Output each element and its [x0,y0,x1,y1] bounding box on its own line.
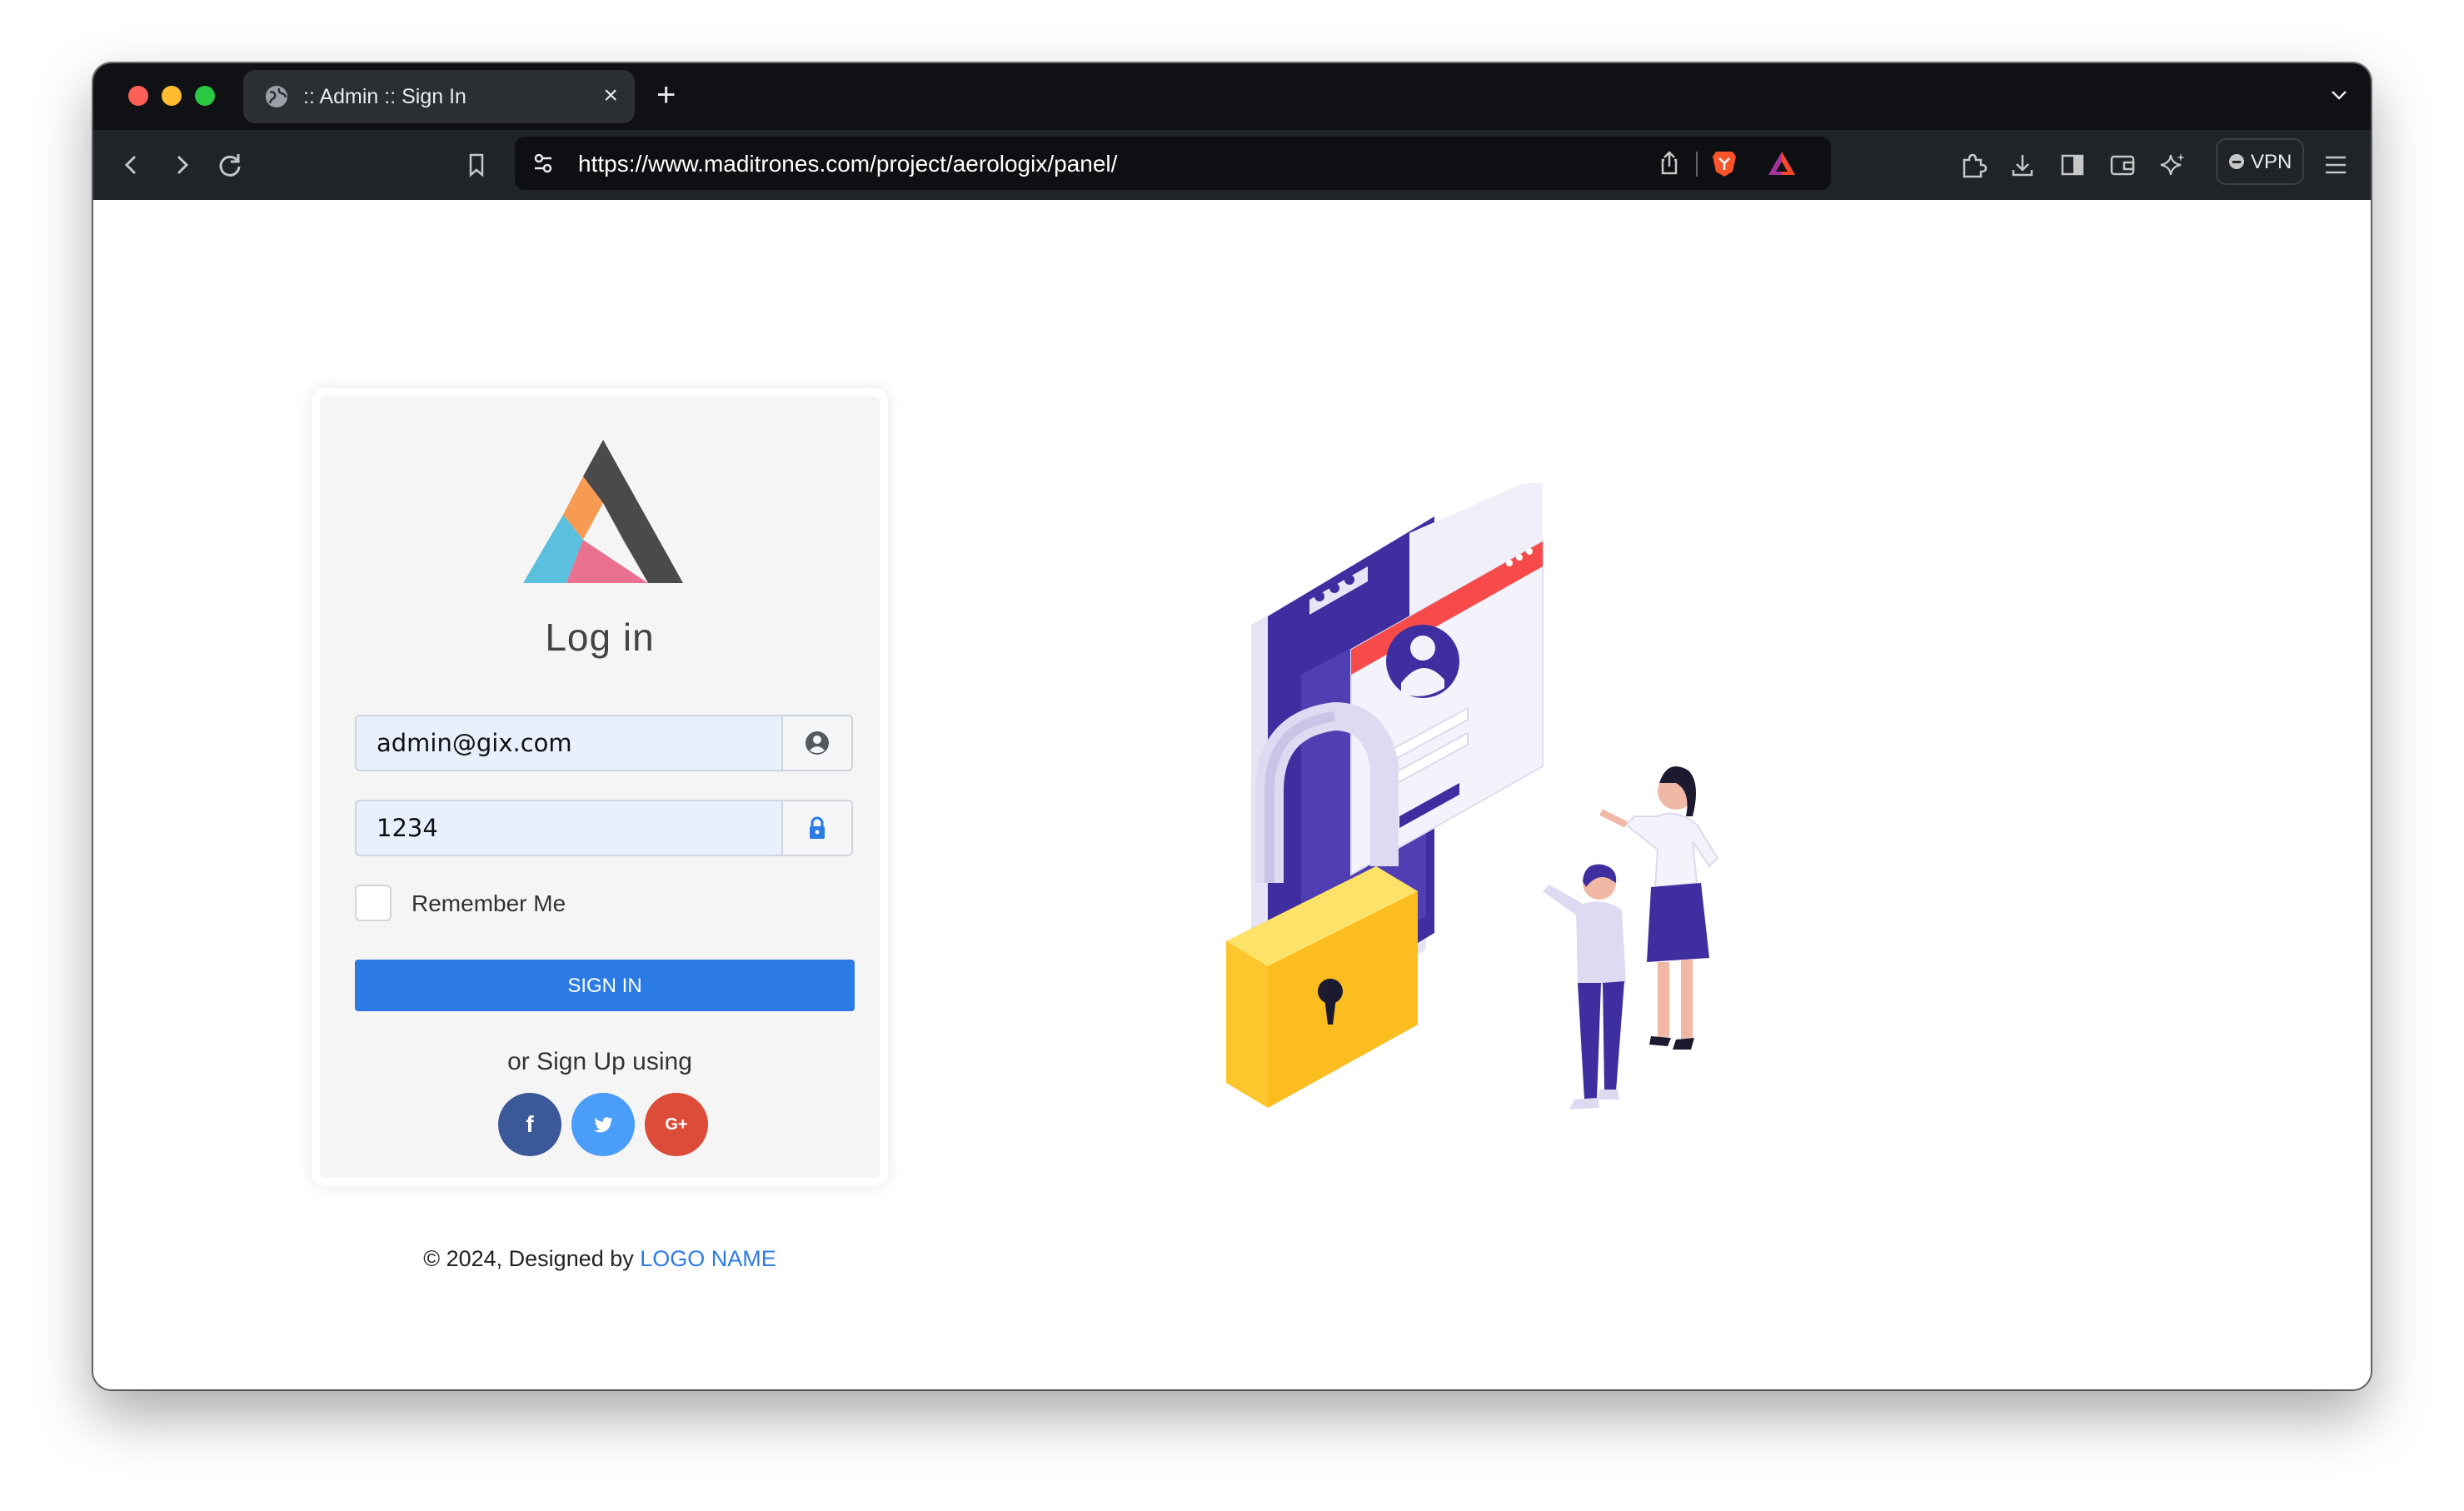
leo-ai-icon[interactable] [2156,148,2189,182]
zoom-window-button[interactable] [195,86,215,106]
man-figure [1543,864,1626,1110]
url-divider [1696,152,1698,177]
close-window-button[interactable] [128,86,148,106]
password-input-group [355,800,853,856]
site-settings-icon[interactable] [528,148,558,178]
menu-icon[interactable] [2319,148,2352,182]
signup-text: or Sign Up using [507,1048,692,1075]
reload-icon[interactable] [213,148,247,182]
login-title: Log in [545,616,655,659]
downloads-icon[interactable] [2006,148,2039,182]
url-text: https://www.maditrones.com/project/aerol… [578,151,1118,177]
email-addon [781,716,851,770]
tab-strip: :: Admin :: Sign In × + [93,63,2371,130]
email-input-group [355,715,853,771]
share-icon[interactable] [1654,148,1684,178]
address-bar[interactable]: https://www.maditrones.com/project/aerol… [515,137,1831,190]
footer: © 2024, Designed by LOGO NAME [93,1246,1106,1272]
twitter-signup-button[interactable] [571,1093,635,1156]
login-card: Log in admin@gix.com 1234 Remember Me SI… [312,388,888,1186]
footer-logo-link[interactable]: LOGO NAME [640,1246,776,1271]
security-illustration [1226,483,1719,1110]
google-plus-signup-button[interactable]: G+ [645,1093,708,1156]
tab-title: :: Admin :: Sign In [303,85,466,108]
remember-me-checkbox[interactable] [355,885,392,921]
twitter-icon [594,1117,613,1133]
minimize-window-button[interactable] [162,86,182,106]
chevron-down-icon[interactable] [2326,82,2352,108]
password-field[interactable] [357,801,786,855]
new-tab-button[interactable]: + [656,77,676,113]
browser-toolbar: https://www.maditrones.com/project/aerol… [93,130,2371,200]
footer-text: © 2024, Designed by [423,1246,641,1271]
extensions-icon[interactable] [1956,148,1989,182]
sidebar-icon[interactable] [2056,148,2089,182]
user-circle-icon [806,731,829,755]
forward-icon[interactable] [165,148,198,182]
page-content: Log in admin@gix.com 1234 Remember Me SI… [93,200,2371,1389]
password-addon [781,801,851,855]
bookmark-icon[interactable] [460,148,493,182]
tab-admin-sign-in[interactable]: :: Admin :: Sign In × [243,70,635,123]
browser-window: :: Admin :: Sign In × + https://www.madi… [93,63,2371,1389]
wallet-icon[interactable] [2106,148,2139,182]
sign-in-button[interactable]: SIGN IN [355,960,855,1011]
brand-logo [523,440,683,583]
facebook-signup-button[interactable]: f [498,1093,561,1156]
back-icon[interactable] [115,148,148,182]
vpn-status-icon [2229,154,2244,169]
brave-rewards-icon[interactable] [1766,148,1798,178]
vpn-label: VPN [2251,151,2292,173]
globe-icon [266,86,287,107]
vpn-button[interactable]: VPN [2216,138,2304,185]
lock-icon [810,816,825,839]
remember-me-label: Remember Me [411,890,566,916]
email-field[interactable] [357,716,786,770]
tab-close-button[interactable]: × [603,82,618,110]
brave-shields-icon[interactable] [1708,147,1741,180]
